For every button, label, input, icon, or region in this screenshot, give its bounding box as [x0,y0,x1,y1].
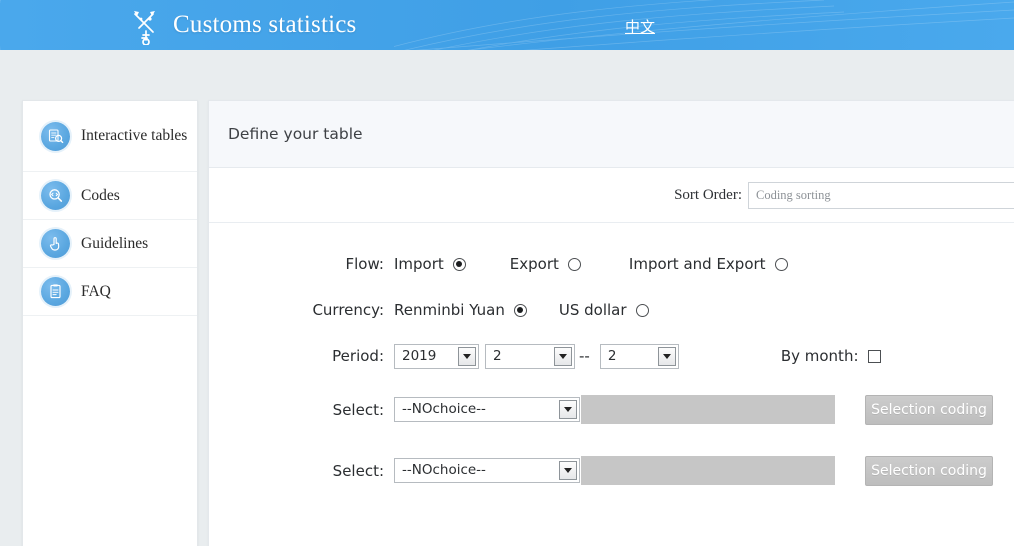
customs-emblem-icon [130,7,164,45]
currency-option-renminbi[interactable]: Renminbi Yuan [394,301,527,319]
flow-option-import-and-export-label: Import and Export [629,255,766,273]
flow-option-export-radio[interactable] [568,258,581,271]
sidebar-item-faq[interactable]: FAQ [23,268,197,316]
period-separator: -- [579,347,590,365]
period-year-select[interactable]: 2019 [394,344,479,369]
sidebar-item-label: Interactive tables [81,126,187,145]
sidebar-item-label: Guidelines [81,234,148,253]
currency-row: Currency: Renminbi Yuan US dollar [209,287,1014,333]
chevron-down-icon[interactable] [559,461,577,480]
chevron-down-icon[interactable] [458,347,476,366]
period-label: Period: [209,347,394,365]
page-title: Define your table [228,125,363,143]
select-1-value: --NOchoice-- [402,398,486,421]
chevron-down-icon[interactable] [658,347,676,366]
select-1-dropdown[interactable]: --NOchoice-- [394,397,580,422]
select-1-label: Select: [209,401,394,419]
define-table-form: Flow: Import Export Import and Export Cu… [209,223,1014,501]
sidebar: Interactive tables Codes Guidelines [22,100,198,546]
table-search-icon [41,122,70,151]
sidebar-item-guidelines[interactable]: Guidelines [23,220,197,268]
flow-option-import-and-export-radio[interactable] [775,258,788,271]
select-2-label: Select: [209,462,394,480]
header-wave-decoration [394,0,1014,50]
select-1-selection-coding-button[interactable]: Selection coding [865,395,993,425]
page-body: Interactive tables Codes Guidelines [0,50,1014,546]
by-month-option[interactable]: By month: [781,347,881,365]
language-switch-link[interactable]: 中文 [625,16,655,37]
by-month-label: By month: [781,347,859,365]
code-search-icon [41,181,70,210]
currency-option-usd-label: US dollar [559,301,627,319]
flow-option-export[interactable]: Export [510,255,581,273]
sort-order-label: Sort Order: [674,187,742,204]
period-row: Period: 2019 2 -- 2 By month: [209,333,1014,379]
brand: Customs statistics [130,0,356,50]
flow-row: Flow: Import Export Import and Export [209,241,1014,287]
flow-option-export-label: Export [510,255,559,273]
sidebar-item-codes[interactable]: Codes [23,172,197,220]
select-row-1: Select: --NOchoice-- Selection coding [209,379,1014,440]
chevron-down-icon[interactable] [554,347,572,366]
select-2-selection-coding-button[interactable]: Selection coding [865,456,993,486]
currency-label: Currency: [209,301,394,319]
sidebar-item-interactive-tables[interactable]: Interactive tables [23,101,197,172]
hand-pointer-icon [41,229,70,258]
sort-order-row: Sort Order: [209,168,1014,223]
by-month-checkbox[interactable] [868,350,881,363]
flow-option-import-label: Import [394,255,444,273]
select-1-display-field[interactable] [581,395,835,424]
period-year-value: 2019 [402,345,436,368]
sidebar-item-label: FAQ [81,282,111,301]
document-icon [41,277,70,306]
period-month-to-select[interactable]: 2 [600,344,679,369]
select-row-2: Select: --NOchoice-- Selection coding [209,440,1014,501]
currency-option-renminbi-radio[interactable] [514,304,527,317]
site-header: Customs statistics 中文 [0,0,1014,50]
select-2-display-field[interactable] [581,456,835,485]
chevron-down-icon[interactable] [559,400,577,419]
flow-option-import-radio[interactable] [453,258,466,271]
currency-option-usd-radio[interactable] [636,304,649,317]
brand-title: Customs statistics [173,11,356,39]
flow-option-import-and-export[interactable]: Import and Export [629,255,788,273]
sort-order-input[interactable] [748,182,1014,209]
flow-option-import[interactable]: Import [394,255,466,273]
panel-header: Define your table [209,101,1014,168]
period-month-from-select[interactable]: 2 [485,344,575,369]
period-month-from-value: 2 [493,345,502,368]
currency-option-usd[interactable]: US dollar [559,301,649,319]
select-2-value: --NOchoice-- [402,459,486,482]
currency-option-renminbi-label: Renminbi Yuan [394,301,505,319]
period-month-to-value: 2 [608,345,617,368]
select-2-dropdown[interactable]: --NOchoice-- [394,458,580,483]
sidebar-item-label: Codes [81,186,120,205]
flow-label: Flow: [209,255,394,273]
main-panel: Define your table Sort Order: Flow: Impo… [208,100,1014,546]
